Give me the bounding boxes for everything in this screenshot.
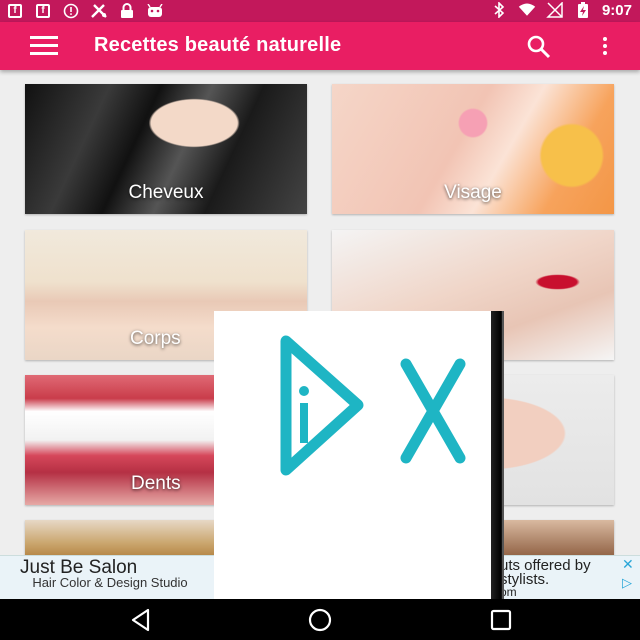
menu-icon[interactable] [30, 36, 58, 56]
status-bar: f f 9:07 [0, 0, 640, 22]
search-icon[interactable] [526, 34, 552, 60]
bluetooth-icon [490, 1, 508, 19]
ad-subline: Hair Color & Design Studio [32, 575, 188, 590]
play-icon[interactable] [276, 333, 366, 478]
close-icon[interactable] [398, 356, 468, 466]
adchoices-icon[interactable]: ▷ [622, 575, 636, 590]
recents-icon[interactable] [488, 607, 514, 633]
app-bar: Recettes beauté naturelle [0, 22, 640, 70]
clock: 9:07 [601, 1, 632, 19]
facebook-icon: f [34, 2, 52, 20]
home-icon[interactable] [307, 607, 333, 633]
overlay-edge [491, 311, 501, 600]
signal-icon [546, 1, 564, 19]
category-card-visage[interactable]: Visage [332, 84, 614, 214]
facebook-icon: f [6, 2, 24, 20]
wifi-icon [518, 1, 536, 19]
system-icons: 9:07 [490, 1, 632, 19]
category-label: s [492, 473, 614, 495]
alert-icon [62, 2, 80, 20]
lock-icon [118, 2, 136, 20]
close-icon[interactable]: ✕ [622, 557, 636, 571]
android-icon [146, 2, 164, 20]
more-vert-icon[interactable] [598, 34, 612, 60]
category-label: Cheveux [128, 182, 204, 203]
battery-charging-icon [574, 1, 592, 19]
ad-text-line: om [500, 585, 517, 599]
page-title: Recettes beauté naturelle [94, 34, 342, 56]
game-icon [90, 2, 108, 20]
category-label: s [492, 328, 614, 350]
category-label: Visage [444, 182, 502, 203]
category-card-cheveux[interactable]: Cheveux [25, 84, 307, 214]
back-icon[interactable] [128, 607, 154, 633]
navigation-bar [0, 599, 640, 640]
overlay-ad[interactable] [214, 311, 501, 600]
notification-icons: f f [6, 2, 164, 20]
